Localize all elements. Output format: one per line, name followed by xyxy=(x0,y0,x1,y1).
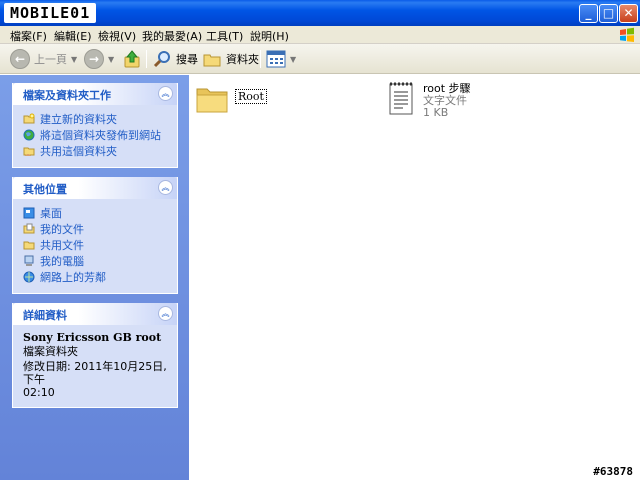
maximize-button[interactable]: □ xyxy=(599,4,618,23)
text-document-icon xyxy=(389,82,413,115)
back-button[interactable]: ← 上一頁 ▼ xyxy=(10,48,77,70)
folders-label: 資料夾 xyxy=(226,53,259,66)
panel-header[interactable]: 詳細資料 ︽ xyxy=(13,303,177,325)
toolbar-separator xyxy=(260,50,261,68)
details-item-type: 檔案資料夾 xyxy=(23,345,78,358)
shared-documents-icon xyxy=(23,241,35,250)
close-button[interactable]: ✕ xyxy=(619,4,638,23)
menu-file[interactable]: 檔案(F) xyxy=(10,28,47,44)
file-folder-tasks-panel: 檔案及資料夾工作 ︽ 建立新的資料夾 將這個資料夾發佈到網站 共用這個資料夾 xyxy=(12,83,178,168)
place-my-documents[interactable]: 我的文件 xyxy=(23,221,167,237)
views-dropdown-icon[interactable]: ▼ xyxy=(290,55,296,64)
place-my-computer[interactable]: 我的電腦 xyxy=(23,253,167,269)
file-name: Root xyxy=(235,89,267,104)
place-desktop[interactable]: 桌面 xyxy=(23,205,167,221)
back-label: 上一頁 xyxy=(34,53,67,66)
details-item-name: Sony Ericsson GB root xyxy=(23,331,162,344)
toolbar-separator xyxy=(146,50,147,68)
panel-title: 詳細資料 xyxy=(23,309,67,322)
panel-title: 檔案及資料夾工作 xyxy=(23,89,111,102)
file-size: 1 KB xyxy=(423,106,449,119)
task-label: 將這個資料夾發佈到網站 xyxy=(40,129,161,142)
collapse-icon[interactable]: ︽ xyxy=(158,180,173,195)
watermark: #63878 xyxy=(590,465,636,478)
panel-header[interactable]: 檔案及資料夾工作 ︽ xyxy=(13,83,177,105)
views-button[interactable]: ▼ xyxy=(266,48,296,70)
search-button[interactable]: 搜尋 xyxy=(152,48,198,70)
my-documents-icon xyxy=(23,223,35,234)
share-folder-icon xyxy=(23,147,35,156)
folders-button[interactable]: 資料夾 xyxy=(202,48,259,70)
place-shared-documents[interactable]: 共用文件 xyxy=(23,237,167,253)
other-places-panel: 其他位置 ︽ 桌面 我的文件 共用文件 我的電腦 網路上的芳鄰 xyxy=(12,177,178,294)
place-label: 桌面 xyxy=(40,207,62,220)
mobile01-logo: MOBILE01 xyxy=(4,3,97,23)
network-places-icon xyxy=(23,271,35,283)
title-bar: MOBILE01 _ □ ✕ xyxy=(0,0,640,26)
details-modified-date: 修改日期: 2011年10月25日, 下午 xyxy=(23,360,167,386)
minimize-button[interactable]: _ xyxy=(579,4,598,23)
place-network[interactable]: 網路上的芳鄰 xyxy=(23,269,167,285)
file-item-root-folder[interactable]: Root xyxy=(195,83,267,115)
task-publish-web[interactable]: 將這個資料夾發佈到網站 xyxy=(23,127,167,143)
forward-button[interactable]: → ▼ xyxy=(84,48,114,70)
place-label: 網路上的芳鄰 xyxy=(40,271,106,284)
search-icon xyxy=(153,51,170,68)
views-icon xyxy=(266,50,286,68)
panel-header[interactable]: 其他位置 ︽ xyxy=(13,177,177,199)
up-folder-icon xyxy=(124,50,140,68)
forward-arrow-icon: → xyxy=(84,49,104,69)
menu-edit[interactable]: 編輯(E) xyxy=(54,28,92,44)
menu-help[interactable]: 說明(H) xyxy=(250,28,289,44)
file-list-area[interactable]: Root root 步驟 文字文件 1 KB xyxy=(189,75,640,480)
details-modified-time: 02:10 xyxy=(23,386,55,399)
task-pane: 檔案及資料夾工作 ︽ 建立新的資料夾 將這個資料夾發佈到網站 共用這個資料夾 其… xyxy=(0,75,189,480)
collapse-icon[interactable]: ︽ xyxy=(158,86,173,101)
windows-logo-icon xyxy=(620,27,634,42)
search-label: 搜尋 xyxy=(176,53,198,66)
place-label: 我的電腦 xyxy=(40,255,84,268)
globe-icon xyxy=(23,129,35,141)
place-label: 共用文件 xyxy=(40,239,84,252)
back-dropdown-icon[interactable]: ▼ xyxy=(71,55,77,64)
task-label: 共用這個資料夾 xyxy=(40,145,117,158)
task-share-folder[interactable]: 共用這個資料夾 xyxy=(23,143,167,159)
file-item-root-steps[interactable]: root 步驟 文字文件 1 KB xyxy=(387,81,471,119)
desktop-icon xyxy=(23,207,35,219)
collapse-icon[interactable]: ︽ xyxy=(158,306,173,321)
new-folder-icon xyxy=(23,113,35,124)
folder-icon xyxy=(196,88,228,113)
folders-icon xyxy=(203,54,221,67)
menu-view[interactable]: 檢視(V) xyxy=(98,28,136,44)
toolbar: ← 上一頁 ▼ → ▼ 搜尋 資料夾 ▼ xyxy=(0,44,640,74)
back-arrow-icon: ← xyxy=(10,49,30,69)
forward-dropdown-icon[interactable]: ▼ xyxy=(108,55,114,64)
up-folder-button[interactable] xyxy=(122,48,142,70)
task-label: 建立新的資料夾 xyxy=(40,113,117,126)
panel-title: 其他位置 xyxy=(23,183,67,196)
menu-favorites[interactable]: 我的最愛(A) xyxy=(142,28,202,44)
my-computer-icon xyxy=(24,255,34,266)
task-new-folder[interactable]: 建立新的資料夾 xyxy=(23,111,167,127)
menu-bar: 檔案(F) 編輯(E) 檢視(V) 我的最愛(A) 工具(T) 說明(H) xyxy=(0,26,640,44)
menu-tools[interactable]: 工具(T) xyxy=(206,28,243,44)
place-label: 我的文件 xyxy=(40,223,84,236)
details-panel: 詳細資料 ︽ Sony Ericsson GB root 檔案資料夾 修改日期:… xyxy=(12,303,178,408)
